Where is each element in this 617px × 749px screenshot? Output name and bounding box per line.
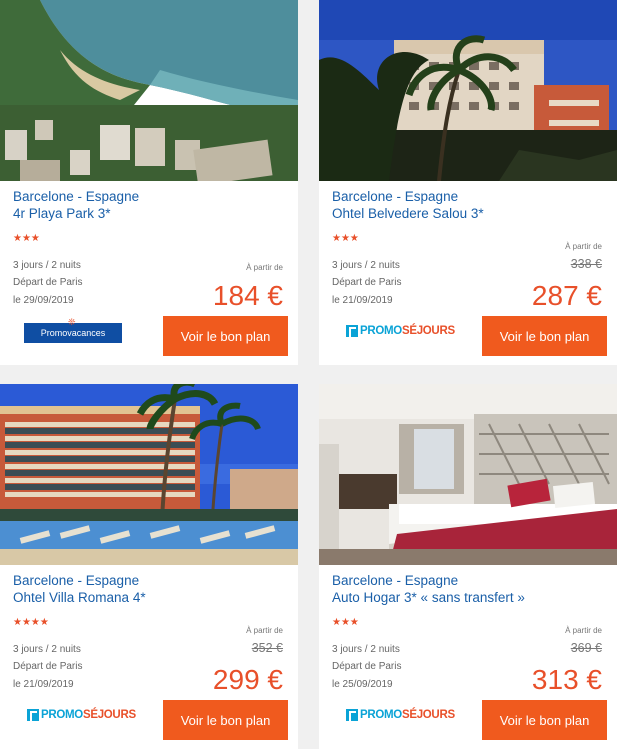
departure: Départ de Paris (332, 661, 402, 672)
duration: 3 jours / 2 nuits (13, 260, 81, 271)
deal-button[interactable]: Voir le bon plan (163, 700, 288, 740)
destination[interactable]: Barcelone - Espagne (332, 189, 458, 205)
hotel-photo[interactable] (0, 0, 298, 181)
provider-name-a: PROMO (360, 709, 402, 721)
promosejours-mark-icon (346, 709, 358, 721)
hotel-name[interactable]: 4r Playa Park 3* (13, 206, 111, 222)
price: 299 € (212, 664, 283, 695)
hotel-photo[interactable] (319, 384, 617, 565)
provider-name-b: SÉJOURS (401, 709, 455, 721)
price: 313 € (531, 664, 602, 695)
departure-date: le 21/09/2019 (13, 679, 74, 690)
provider-name-a: PROMO (41, 709, 83, 721)
departure-date: le 29/09/2019 (13, 295, 74, 306)
departure: Départ de Paris (13, 661, 83, 672)
star-rating: ★★★ (332, 617, 359, 628)
deal-button[interactable]: Voir le bon plan (163, 316, 288, 356)
provider-name: Promovacances (40, 328, 106, 338)
deal-card[interactable]: Barcelone - Espagne Auto Hogar 3* « sans… (319, 384, 617, 749)
hotel-photo[interactable] (0, 384, 298, 565)
price-from-label: À partir de (246, 263, 283, 272)
destination[interactable]: Barcelone - Espagne (13, 189, 139, 205)
duration: 3 jours / 2 nuits (13, 644, 81, 655)
provider-name-a: PROMO (360, 325, 402, 337)
hotel-name[interactable]: Ohtel Belvedere Salou 3* (332, 206, 484, 222)
departure: Départ de Paris (332, 277, 402, 288)
provider-name-b: SÉJOURS (401, 325, 455, 337)
promosejours-mark-icon (346, 325, 358, 337)
deal-card[interactable]: Barcelone - Espagne Ohtel Belvedere Salo… (319, 0, 617, 365)
provider-name-b: SÉJOURS (82, 709, 136, 721)
departure-date: le 25/09/2019 (332, 679, 393, 690)
old-price: 338 € (570, 257, 602, 271)
star-rating: ★★★ (13, 233, 40, 244)
destination[interactable]: Barcelone - Espagne (332, 573, 458, 589)
hotel-name[interactable]: Auto Hogar 3* « sans transfert » (332, 590, 525, 606)
hotel-name[interactable]: Ohtel Villa Romana 4* (13, 590, 146, 606)
duration: 3 jours / 2 nuits (332, 644, 400, 655)
star-rating: ★★★ (332, 233, 359, 244)
deal-button[interactable]: Voir le bon plan (482, 316, 607, 356)
deal-card[interactable]: Barcelone - Espagne Ohtel Villa Romana 4… (0, 384, 298, 749)
price: 287 € (531, 280, 602, 311)
promosejours-logo: PROMO SÉJOURS (346, 709, 455, 721)
promovacances-logo: ❊ Promovacances (24, 318, 122, 343)
price-from-label: À partir de (246, 626, 283, 635)
promosejours-mark-icon (27, 709, 39, 721)
destination[interactable]: Barcelone - Espagne (13, 573, 139, 589)
star-rating: ★★★★ (13, 617, 49, 628)
promosejours-logo: PROMO SÉJOURS (27, 709, 136, 721)
price: 184 € (212, 280, 283, 311)
departure-date: le 21/09/2019 (332, 295, 393, 306)
duration: 3 jours / 2 nuits (332, 260, 400, 271)
old-price: 352 € (251, 641, 283, 655)
hotel-photo[interactable] (319, 0, 617, 181)
promosejours-logo: PROMO SÉJOURS (346, 325, 455, 337)
price-from-label: À partir de (565, 242, 602, 251)
departure: Départ de Paris (13, 277, 83, 288)
old-price: 369 € (570, 641, 602, 655)
logo-dots: ❊ (68, 317, 76, 327)
deal-button[interactable]: Voir le bon plan (482, 700, 607, 740)
price-from-label: À partir de (565, 626, 602, 635)
deal-card[interactable]: Barcelone - Espagne 4r Playa Park 3* ★★★… (0, 0, 298, 365)
